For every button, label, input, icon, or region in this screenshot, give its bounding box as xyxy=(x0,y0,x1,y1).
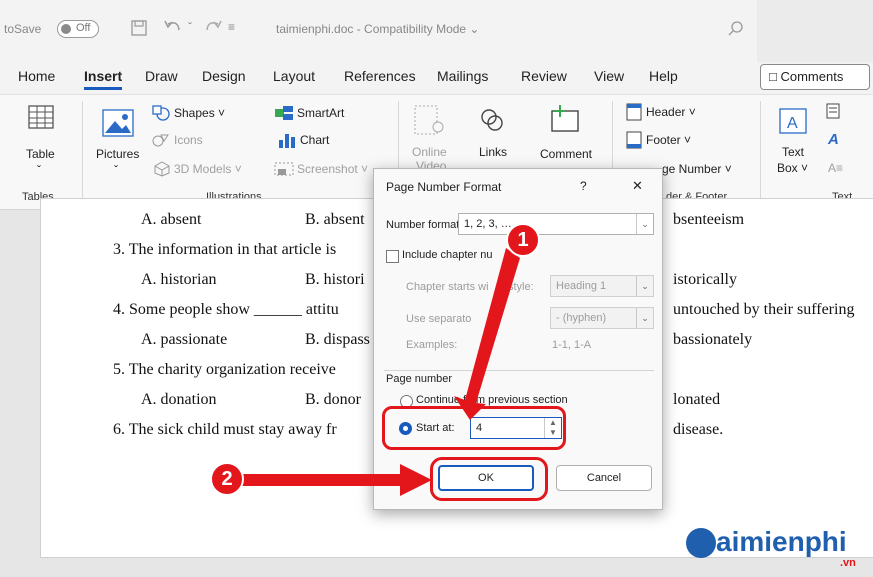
arrow-1 xyxy=(454,248,520,420)
ok-highlight xyxy=(430,457,548,501)
step-badge-1: 1 xyxy=(506,223,540,257)
step-badge-2: 2 xyxy=(210,462,244,496)
watermark-brand: aimienphi xyxy=(716,526,847,557)
arrow-2 xyxy=(240,464,432,496)
watermark-logo xyxy=(686,528,716,558)
start-at-highlight xyxy=(382,406,566,450)
watermark-suffix: .vn xyxy=(840,557,856,569)
